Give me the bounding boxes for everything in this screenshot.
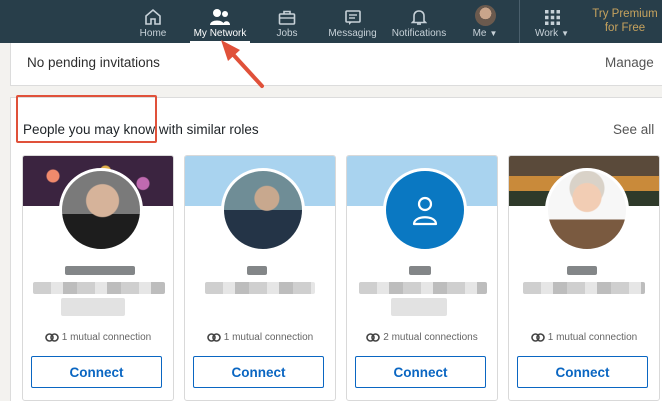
connect-button[interactable]: Connect [31,356,162,388]
mutual-connection-icon [530,333,545,342]
person-card[interactable]: 1 mutual connection Connect [22,155,174,401]
section-title: People you may know with similar roles [23,122,259,137]
nav-work-label: Work [534,28,559,39]
nav-messaging[interactable]: Messaging [325,0,380,43]
connect-button[interactable]: Connect [517,356,648,388]
profile-photo[interactable] [545,168,629,252]
nav-notifications-label: Notifications [391,28,447,39]
redacted-headline [33,282,165,294]
mutual-connections-text: 1 mutual connection [547,332,638,343]
avatar [474,5,496,26]
nav-notifications[interactable]: Notifications [387,0,451,43]
mutual-connections-text: 1 mutual connection [61,332,152,343]
invitations-status: No pending invitations [27,55,160,70]
nav-divider [519,0,520,43]
see-all-link[interactable]: See all [613,122,654,137]
redacted-subline [61,298,125,316]
grid-icon [544,0,561,26]
nav-my-network[interactable]: My Network [190,0,250,43]
chevron-down-icon: ▼ [489,29,498,38]
redacted-name [409,266,431,275]
profile-photo[interactable] [59,168,143,252]
redacted-name [247,266,267,275]
manage-link[interactable]: Manage [605,55,654,70]
redacted-name [567,266,597,275]
connect-button[interactable]: Connect [193,356,324,388]
nav-me-label: Me [472,28,487,39]
network-icon [209,0,231,26]
person-silhouette-icon [412,196,438,226]
nav-jobs-label: Jobs [276,28,298,39]
home-icon [144,0,162,26]
redacted-headline [523,282,645,294]
chevron-down-icon: ▼ [561,29,570,38]
briefcase-icon [278,0,296,26]
person-card[interactable]: 2 mutual connections Connect [346,155,498,401]
premium-line-2: for Free [604,22,646,34]
redacted-headline [205,282,315,294]
top-nav: Home My Network Jobs Messaging Notificat… [0,0,662,43]
redacted-subline [391,298,447,316]
redacted-name [65,266,135,275]
mutual-connection-icon [44,333,59,342]
person-card[interactable]: 1 mutual connection Connect [508,155,660,401]
nav-work[interactable]: Work ▼ [530,0,574,43]
try-premium-link[interactable]: Try Premium for Free [588,7,662,35]
profile-photo[interactable] [221,168,305,252]
default-profile-photo[interactable] [383,168,467,252]
mutual-connections-text: 1 mutual connection [223,332,314,343]
nav-me[interactable]: Me ▼ [468,0,502,43]
nav-home-label: Home [139,28,167,39]
mutual-connection-icon [206,333,221,342]
person-card[interactable]: 1 mutual connection Connect [184,155,336,401]
nav-messaging-label: Messaging [328,28,377,39]
mutual-connection-icon [366,333,381,342]
bell-icon [411,0,427,26]
messaging-icon [344,0,362,26]
mutual-connections-text: 2 mutual connections [383,332,478,343]
nav-home[interactable]: Home [136,0,170,43]
invitations-card: No pending invitations Manage [10,43,662,86]
redacted-headline [359,282,487,294]
premium-line-1: Try Premium [592,8,658,20]
connect-button[interactable]: Connect [355,356,486,388]
nav-my-network-label: My Network [193,28,247,39]
nav-jobs[interactable]: Jobs [272,0,302,43]
